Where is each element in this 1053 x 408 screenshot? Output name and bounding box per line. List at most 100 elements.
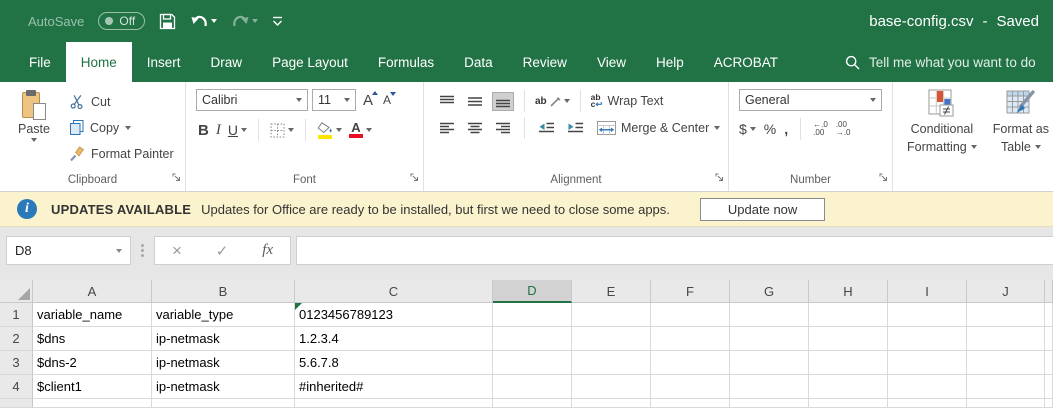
bottom-align-button[interactable] — [492, 92, 514, 111]
save-button[interactable] — [159, 13, 176, 30]
cell-g2[interactable] — [730, 327, 809, 351]
cell-a3[interactable]: $dns-2 — [33, 351, 152, 375]
name-box[interactable]: D8 — [6, 236, 131, 265]
borders-button[interactable] — [270, 123, 294, 138]
percent-style-button[interactable]: % — [764, 121, 776, 137]
font-size-combo[interactable]: 11 — [312, 89, 356, 111]
underline-caret-icon[interactable] — [241, 128, 247, 132]
decrease-indent-button[interactable] — [535, 119, 558, 137]
tab-help[interactable]: Help — [641, 42, 699, 82]
tab-review[interactable]: Review — [508, 42, 582, 82]
tell-me-box[interactable]: Tell me what you want to do — [845, 42, 1036, 82]
alignment-dialog-launcher[interactable] — [715, 171, 724, 187]
cell-b2[interactable]: ip-netmask — [152, 327, 295, 351]
formula-bar-drag-handle[interactable] — [141, 244, 144, 257]
tab-acrobat[interactable]: ACROBAT — [699, 42, 793, 82]
column-header-e[interactable]: E — [572, 280, 651, 303]
cell-j1[interactable] — [967, 303, 1045, 327]
cell-f3[interactable] — [651, 351, 730, 375]
cell-filler[interactable] — [1045, 303, 1053, 327]
column-header-j[interactable]: J — [967, 280, 1045, 303]
row-header-5[interactable] — [0, 399, 33, 408]
cell-a4[interactable]: $client1 — [33, 375, 152, 399]
borders-caret-icon[interactable] — [288, 128, 294, 132]
cut-button[interactable]: Cut — [70, 89, 174, 114]
orientation-caret-icon[interactable] — [564, 99, 570, 103]
cell-c4[interactable]: #inherited# — [295, 375, 493, 399]
increase-indent-button[interactable] — [564, 119, 587, 137]
row-header-4[interactable]: 4 — [0, 375, 33, 399]
cell-c1[interactable]: 0123456789123 — [295, 303, 493, 327]
cell-a2[interactable]: $dns — [33, 327, 152, 351]
column-header-i[interactable]: I — [888, 280, 967, 303]
column-header-d[interactable]: D — [493, 280, 572, 303]
column-header-a[interactable]: A — [33, 280, 152, 303]
cell-h4[interactable] — [809, 375, 888, 399]
row-header-1[interactable]: 1 — [0, 303, 33, 327]
paste-dropdown-caret-icon[interactable] — [31, 138, 37, 142]
tab-data[interactable]: Data — [449, 42, 508, 82]
cell-i4[interactable] — [888, 375, 967, 399]
cell-g1[interactable] — [730, 303, 809, 327]
increase-decimal-button[interactable]: ←.0 .00 — [813, 121, 828, 137]
cell-j2[interactable] — [967, 327, 1045, 351]
undo-dropdown-caret-icon[interactable] — [211, 19, 217, 23]
cell-d5[interactable] — [493, 399, 572, 408]
format-painter-button[interactable]: Format Painter — [70, 141, 174, 166]
cell-b5[interactable] — [152, 399, 295, 408]
cell-d2[interactable] — [493, 327, 572, 351]
column-header-f[interactable]: F — [651, 280, 730, 303]
redo-dropdown-caret-icon[interactable] — [252, 19, 258, 23]
cell-i1[interactable] — [888, 303, 967, 327]
cell-a1[interactable]: variable_name — [33, 303, 152, 327]
row-header-3[interactable]: 3 — [0, 351, 33, 375]
number-dialog-launcher[interactable] — [879, 171, 888, 187]
cell-f5[interactable] — [651, 399, 730, 408]
column-header-h[interactable]: H — [809, 280, 888, 303]
column-header-g[interactable]: G — [730, 280, 809, 303]
paste-button[interactable]: Paste — [8, 87, 60, 172]
column-header-c[interactable]: C — [295, 280, 493, 303]
formula-input[interactable] — [296, 236, 1053, 265]
cell-f4[interactable] — [651, 375, 730, 399]
cell-e2[interactable] — [572, 327, 651, 351]
redo-button[interactable] — [231, 14, 258, 29]
cell-a5[interactable] — [33, 399, 152, 408]
cell-h3[interactable] — [809, 351, 888, 375]
font-color-button[interactable]: A — [349, 122, 372, 138]
enter-icon[interactable]: ✓ — [216, 242, 229, 260]
update-now-button[interactable]: Update now — [700, 198, 825, 221]
bold-button[interactable]: B — [198, 122, 209, 139]
copy-button[interactable]: Copy — [70, 115, 174, 140]
tab-formulas[interactable]: Formulas — [363, 42, 449, 82]
tab-insert[interactable]: Insert — [132, 42, 196, 82]
autosave-toggle[interactable]: Off — [98, 12, 145, 30]
wrap-text-button[interactable]: ab c↩ Wrap Text — [591, 94, 664, 108]
decrease-decimal-button[interactable]: .00 →.0 — [836, 121, 851, 137]
cell-filler[interactable] — [1045, 375, 1053, 399]
cell-e5[interactable] — [572, 399, 651, 408]
cell-c5[interactable] — [295, 399, 493, 408]
underline-button[interactable]: U — [228, 122, 247, 138]
cancel-icon[interactable]: × — [172, 241, 182, 261]
cell-h2[interactable] — [809, 327, 888, 351]
row-header-2[interactable]: 2 — [0, 327, 33, 351]
clipboard-dialog-launcher[interactable] — [172, 171, 181, 187]
cell-i3[interactable] — [888, 351, 967, 375]
cell-d4[interactable] — [493, 375, 572, 399]
tab-draw[interactable]: Draw — [196, 42, 258, 82]
cell-filler[interactable] — [1045, 351, 1053, 375]
top-align-button[interactable] — [436, 92, 458, 111]
cell-b4[interactable]: ip-netmask — [152, 375, 295, 399]
italic-button[interactable]: I — [216, 122, 221, 139]
orientation-button[interactable]: ab — [535, 96, 570, 107]
fill-color-button[interactable] — [317, 122, 342, 139]
font-dialog-launcher[interactable] — [410, 171, 419, 187]
conditional-formatting-button[interactable]: Conditional Formatting — [907, 89, 977, 191]
font-name-combo[interactable]: Calibri — [196, 89, 308, 111]
tab-page-layout[interactable]: Page Layout — [257, 42, 363, 82]
cell-d1[interactable] — [493, 303, 572, 327]
select-all-button[interactable] — [0, 280, 33, 303]
cell-d3[interactable] — [493, 351, 572, 375]
cell-c2[interactable]: 1.2.3.4 — [295, 327, 493, 351]
